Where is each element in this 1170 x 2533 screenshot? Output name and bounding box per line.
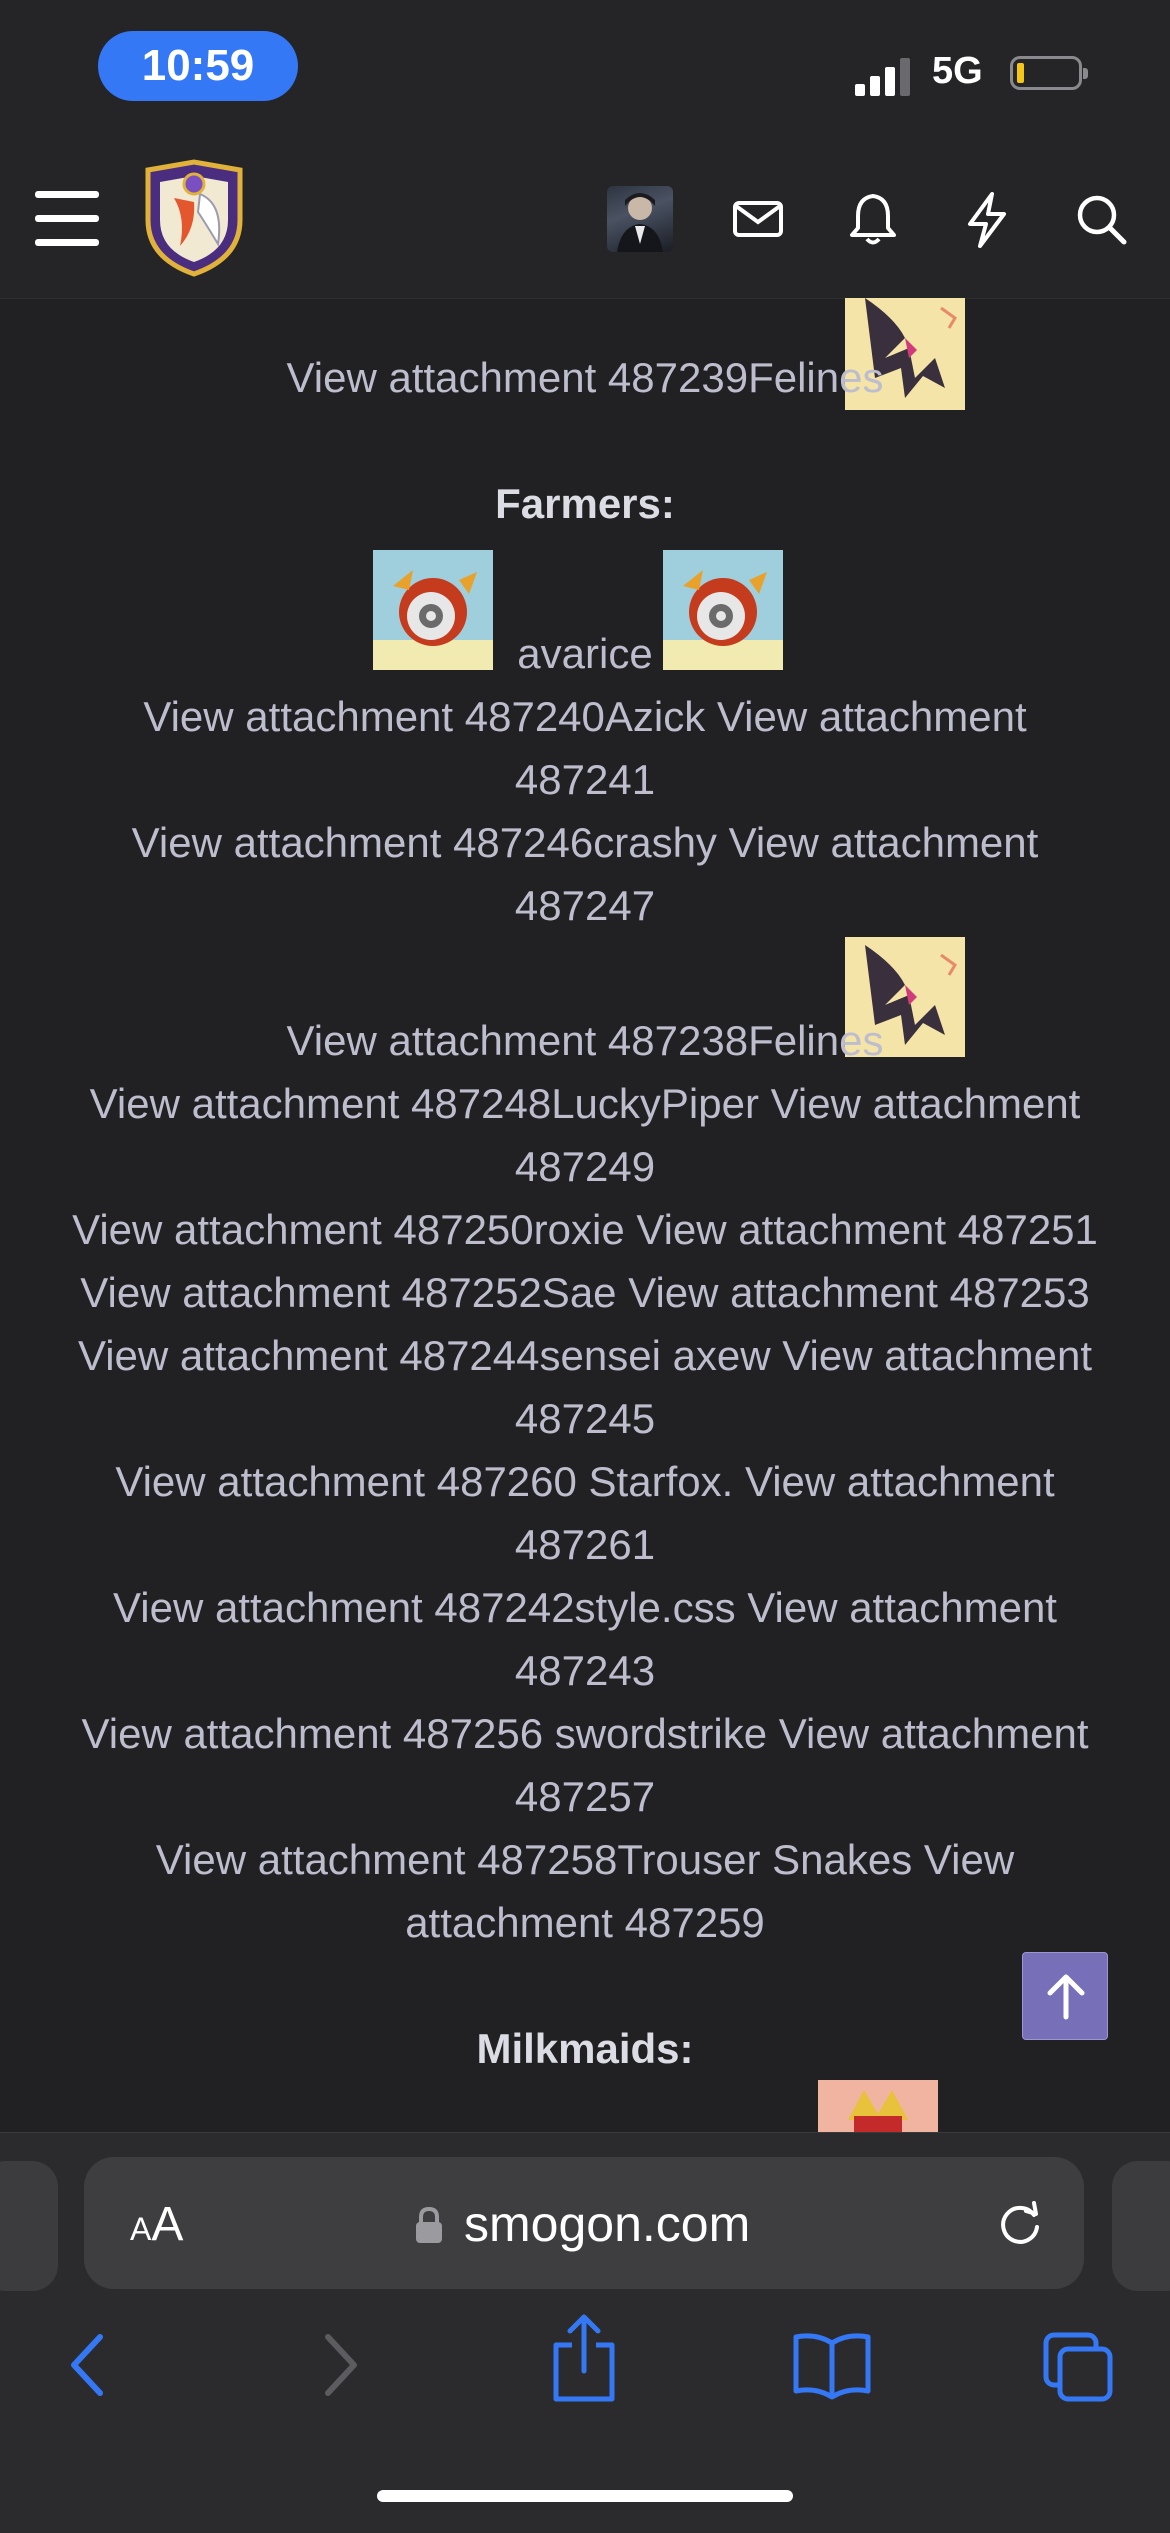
mail-icon[interactable] — [727, 188, 789, 250]
lightning-icon[interactable] — [956, 188, 1018, 250]
attachment-line[interactable]: View attachment 487252Sae View attachmen… — [0, 1261, 1170, 1324]
search-icon[interactable] — [1070, 188, 1132, 250]
tabs-icon[interactable] — [1040, 2325, 1116, 2405]
site-header — [0, 140, 1170, 299]
share-icon[interactable] — [548, 2311, 620, 2407]
attachment-line[interactable]: 487257 — [0, 1765, 1170, 1828]
attachment-line[interactable]: 487245 — [0, 1387, 1170, 1450]
attachment-line[interactable]: attachment 487259 — [0, 1891, 1170, 1954]
attachment-line[interactable]: 487249 — [0, 1135, 1170, 1198]
avatar[interactable] — [607, 186, 673, 252]
url-domain: smogon.com — [464, 2196, 751, 2252]
network-label: 5G — [932, 50, 983, 92]
attachment-line[interactable]: View attachment 487250roxie View attachm… — [0, 1198, 1170, 1261]
section-heading-farmers: Farmers: — [495, 480, 675, 527]
bookmarks-icon[interactable] — [790, 2325, 874, 2405]
attachment-line[interactable]: View attachment 487240Azick View attachm… — [0, 685, 1170, 748]
battery-icon — [1010, 56, 1088, 90]
post-content: View attachment 487239Felines Farmers: a… — [0, 298, 1170, 2132]
bell-icon[interactable] — [842, 188, 904, 250]
attachment-line[interactable]: View attachment 487242style.css View att… — [0, 1576, 1170, 1639]
address-bar[interactable]: AA smogon.com — [84, 2157, 1084, 2289]
sprite-image[interactable] — [818, 2080, 938, 2132]
attachment-line[interactable]: 487247 — [0, 874, 1170, 937]
attachment-line[interactable]: View attachment 487248LuckyPiper View at… — [0, 1072, 1170, 1135]
status-time: 10:59 — [98, 31, 298, 101]
lock-icon — [416, 2207, 442, 2243]
attachment-line[interactable]: View attachment 487246crashy View attach… — [0, 811, 1170, 874]
attachment-line[interactable]: 487261 — [0, 1513, 1170, 1576]
attachment-line[interactable]: View attachment 487256 swordstrike View … — [0, 1702, 1170, 1765]
signal-icon — [855, 58, 910, 96]
home-indicator — [377, 2490, 793, 2502]
attachment-line[interactable]: View attachment 487239Felines — [0, 346, 1170, 409]
previous-tab-preview[interactable] — [0, 2161, 58, 2291]
reload-icon[interactable] — [994, 2197, 1046, 2249]
attachment-line[interactable]: View attachment 487244sensei axew View a… — [0, 1324, 1170, 1387]
arrow-up-icon — [1047, 1974, 1085, 2020]
reader-options-button[interactable]: AA — [130, 2197, 183, 2252]
menu-icon[interactable] — [35, 191, 99, 247]
status-bar: 10:59 5G — [0, 0, 1170, 140]
attachment-line[interactable]: 487243 — [0, 1639, 1170, 1702]
attachment-line[interactable]: View attachment 487258Trouser Snakes Vie… — [0, 1828, 1170, 1891]
back-icon[interactable] — [58, 2325, 118, 2405]
site-logo[interactable] — [140, 158, 248, 278]
attachment-line[interactable]: 487241 — [0, 748, 1170, 811]
browser-toolbar: AA smogon.com — [0, 2132, 1170, 2533]
member-name: avarice — [517, 630, 653, 677]
forward-icon[interactable] — [310, 2325, 370, 2405]
attachment-line[interactable]: View attachment 487238Felines — [0, 1009, 1170, 1072]
scroll-to-top-button[interactable] — [1022, 1952, 1108, 2040]
section-heading-milkmaids: Milkmaids: — [476, 2025, 694, 2072]
next-tab-preview[interactable] — [1112, 2161, 1170, 2291]
attachment-line[interactable]: View attachment 487260 Starfox. View att… — [0, 1450, 1170, 1513]
